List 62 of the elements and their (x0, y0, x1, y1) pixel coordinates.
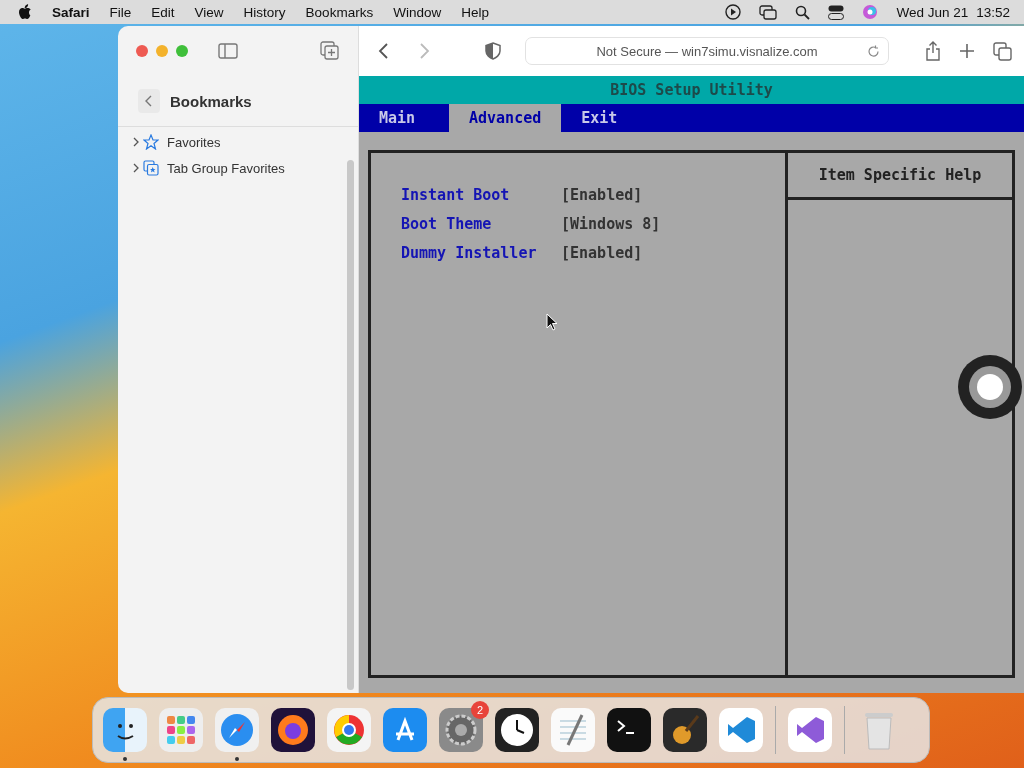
star-icon (143, 134, 159, 150)
tabs-overview-icon[interactable] (993, 41, 1012, 61)
gear-icon[interactable] (439, 708, 483, 752)
menu-item[interactable]: Bookmarks (305, 4, 374, 20)
orb-icon[interactable] (862, 4, 879, 20)
close-button[interactable] (136, 45, 148, 57)
play-icon[interactable] (725, 4, 742, 20)
fox-icon[interactable] (271, 708, 315, 752)
setting-value[interactable]: [Windows 8] (561, 214, 661, 233)
setting-value[interactable]: [Enabled] (561, 243, 643, 262)
sidebar-title: Bookmarks (170, 92, 252, 110)
setting-label[interactable]: Dummy Installer (401, 243, 561, 262)
terminal-icon[interactable] (607, 708, 651, 752)
code-editor-icon[interactable] (719, 708, 763, 752)
reload-icon[interactable] (867, 44, 880, 58)
windows-icon[interactable] (759, 4, 778, 20)
menu-item[interactable]: History (243, 4, 286, 20)
clock-icon[interactable] (495, 708, 539, 752)
new-tab-group-icon[interactable] (320, 41, 340, 61)
grid-icon[interactable] (159, 708, 203, 752)
menu-time[interactable]: 13:52 (976, 4, 1010, 20)
setting-value[interactable]: [Enabled] (561, 185, 643, 204)
notification-count: 2 (471, 701, 489, 719)
bios-tab[interactable]: Advanced (449, 104, 562, 132)
back-icon[interactable] (377, 42, 389, 60)
guitar-icon[interactable] (663, 708, 707, 752)
menu-item[interactable]: Help (461, 4, 489, 20)
chevron-left-icon (145, 95, 153, 107)
share-icon[interactable] (925, 41, 941, 61)
chevron-icon[interactable] (132, 137, 140, 147)
apple-logo-icon[interactable] (18, 4, 32, 20)
bookmark-folder[interactable]: Tab Group Favorites (167, 160, 285, 176)
letter-a-icon[interactable] (383, 708, 427, 752)
menu-date[interactable]: Wed Jun 21 (896, 4, 969, 20)
bookmark-folder[interactable]: Favorites (167, 134, 221, 150)
tab-group-icon (143, 160, 159, 176)
setting-label[interactable]: Instant Boot (401, 185, 561, 204)
setting-label[interactable]: Boot Theme (401, 214, 561, 233)
sidebar-icon[interactable] (218, 43, 238, 59)
menu-item[interactable]: File (109, 4, 132, 20)
chevron-icon[interactable] (132, 163, 140, 173)
toggles-icon[interactable] (828, 4, 845, 20)
menu-item[interactable]: View (194, 4, 224, 20)
address-bar[interactable]: Not Secure — win7simu.visnalize.com (525, 37, 889, 65)
notepad-icon[interactable] (551, 708, 595, 752)
menu-item[interactable]: Window (393, 4, 442, 20)
zoom-button[interactable] (176, 45, 188, 57)
app-menu[interactable]: Safari (52, 4, 90, 20)
face-icon[interactable] (103, 708, 147, 752)
compass-icon[interactable] (215, 708, 259, 752)
bios-title: BIOS Setup Utility (359, 76, 1024, 104)
browser-logo-icon[interactable] (327, 708, 371, 752)
plus-icon[interactable] (959, 43, 975, 59)
infinity-icon[interactable] (788, 708, 832, 752)
scrollbar[interactable] (347, 160, 354, 690)
mouse-pointer-icon (546, 313, 558, 331)
search-icon[interactable] (795, 4, 811, 20)
help-title: Item Specific Help (788, 153, 1012, 200)
running-indicator (123, 757, 127, 761)
menu-item[interactable]: Edit (151, 4, 175, 20)
shield-icon[interactable] (485, 42, 501, 60)
running-indicator (235, 757, 239, 761)
